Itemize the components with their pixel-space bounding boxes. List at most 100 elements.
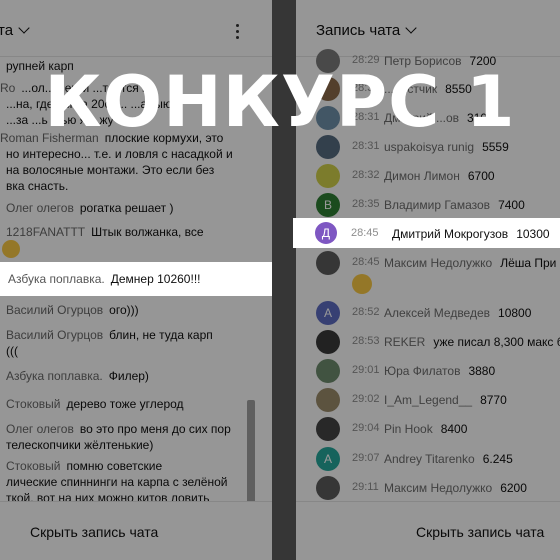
message-text: лические спиннинги на карпа с зелёной <box>6 475 228 489</box>
right-chat-footer: Скрыть запись чата <box>296 501 560 560</box>
message-text: 8400 <box>440 422 468 436</box>
message-author: Азбука поплавка. <box>6 369 103 383</box>
message-author: I_Am_Legend__ 8770 <box>384 393 507 407</box>
message-time: 28:53 <box>352 335 380 347</box>
message-author: Юра Филатов 3880 <box>384 364 496 378</box>
message-author: Димон Лимон 6700 <box>384 169 495 183</box>
message-text: уже писал 8,300 макс бу <box>433 335 560 349</box>
chat-message-emoji <box>2 240 242 258</box>
message-text: Лёша При <box>500 256 557 270</box>
message-text: на волосяные монтажи. Это если без <box>6 163 215 177</box>
chat-message: но интересно... т.е. и ловля с насадкой … <box>0 146 240 162</box>
message-author: REKER уже писал 8,300 макс бу <box>384 335 560 349</box>
avatar: А <box>316 301 340 325</box>
message-text: ((( <box>6 344 18 358</box>
message-text: во это про меня до сих пор <box>79 422 231 436</box>
avatar <box>316 330 340 354</box>
chat-message: лические спиннинги на карпа с зелёной <box>0 474 240 490</box>
message-time: 28:35 <box>352 198 380 210</box>
message-time: 29:07 <box>352 452 380 464</box>
avatar <box>316 388 340 412</box>
replay-row: 29:01 Юра Филатов 3880 <box>316 359 560 383</box>
replay-row: А 28:52 Алексей Медведев 10800 <box>316 301 560 325</box>
avatar: Д <box>315 222 337 244</box>
message-author: Стоковый <box>6 397 61 411</box>
message-text: Штык волжанка, все <box>91 225 204 239</box>
message-text: блин, не туда карп <box>109 328 213 342</box>
message-author: Стоковый <box>6 459 61 473</box>
replay-row: 28:45 Максим Недолужко Лёша При <box>316 251 560 275</box>
message-time: 28:45 <box>351 227 379 239</box>
message-author: Василий Огурцов <box>6 328 104 342</box>
chat-message: Василий Огурцов ого))) <box>6 302 246 318</box>
message-text: 6.245 <box>482 452 513 466</box>
replay-row: A 29:07 Andrey Titarenko 6.245 <box>316 447 560 471</box>
left-chat-title[interactable]: ата <box>0 22 30 39</box>
chat-message: Василий Огурцов блин, не туда карп <box>6 327 246 343</box>
chat-message: Стоковый дерево тоже углерод <box>6 396 246 412</box>
hide-chat-button[interactable]: Скрыть запись чата <box>30 524 158 540</box>
chat-message: Олег олегов во это про меня до сих пор <box>6 421 246 437</box>
message-time: 29:11 <box>352 481 379 493</box>
replay-row: 28:53 REKER уже писал 8,300 макс бу <box>316 330 560 354</box>
left-chat-title-text: ата <box>0 22 14 39</box>
message-text: но интересно... т.е. и ловля с насадкой … <box>6 147 233 161</box>
message-text: рогатка решает ) <box>79 201 174 215</box>
message-text: 10300 <box>516 227 550 241</box>
chevron-down-icon <box>18 22 30 34</box>
avatar: В <box>316 193 340 217</box>
smile-emoji-icon <box>2 240 20 258</box>
avatar <box>316 164 340 188</box>
contest-banner-title: КОНКУРС 1 <box>44 61 516 143</box>
message-text: 3880 <box>468 364 496 378</box>
right-chat-title-text: Запись чата <box>316 22 401 39</box>
left-chat-header: ата <box>0 0 272 57</box>
chat-message: Олег олегов рогатка решает ) <box>6 200 246 216</box>
message-text: 6700 <box>467 169 495 183</box>
screenshot-scene: ата рупней карп Ro...ол.. ...ерги ...тае… <box>0 0 560 560</box>
message-time: 29:01 <box>352 364 380 376</box>
message-author: Алексей Медведев 10800 <box>384 306 532 320</box>
chat-message: 1218FANATTT Штык волжанка, все <box>6 224 246 240</box>
hide-chat-button[interactable]: Скрыть запись чата <box>416 524 544 540</box>
replay-row: 28:32 Димон Лимон 6700 <box>316 164 560 188</box>
replay-row: 29:11 Максим Недолужко 6200 <box>316 476 560 500</box>
avatar <box>316 359 340 383</box>
message-author: Максим Недолужко Лёша При <box>384 256 557 270</box>
message-time: 29:04 <box>352 422 380 434</box>
message-time: 29:02 <box>352 393 380 405</box>
message-text: 7400 <box>498 198 525 212</box>
avatar: A <box>316 447 340 471</box>
message-text: ого))) <box>109 303 139 317</box>
message-author: Andrey Titarenko 6.245 <box>384 452 513 466</box>
message-author: Владимир Гамазов 7400 <box>384 198 525 212</box>
scrollbar-thumb[interactable] <box>247 400 255 505</box>
replay-row: 29:04 Pin Hook 8400 <box>316 417 560 441</box>
message-text: 6200 <box>500 481 527 495</box>
message-time: 28:45 <box>352 256 380 268</box>
avatar <box>316 476 340 500</box>
message-author: 1218FANATTT <box>6 225 86 239</box>
message-text: 8770 <box>480 393 507 407</box>
message-text: Азбука поплавка. Демнер 10260!!! <box>8 272 201 286</box>
message-author: Азбука поплавка. <box>8 272 105 286</box>
smile-emoji-icon <box>352 274 372 294</box>
more-options-icon[interactable] <box>236 24 239 42</box>
chat-message: Стоковый помню советские <box>6 458 246 474</box>
replay-row: В 28:35 Владимир Гамазов 7400 <box>316 193 560 217</box>
message-time: 28:32 <box>352 169 380 181</box>
message-text: дерево тоже углерод <box>66 397 184 411</box>
highlighted-message-right: Д 28:45 Дмитрий Мокрогузов 10300 <box>293 218 560 248</box>
message-author: Олег олегов <box>6 201 74 215</box>
chevron-down-icon <box>405 22 417 34</box>
chat-message: телескопчики жёлтенькие) <box>0 437 240 453</box>
message-author: Максим Недолужко 6200 <box>384 481 527 495</box>
message-author: Pin Hook 8400 <box>384 422 468 436</box>
chat-message: вка снасть. <box>0 178 240 194</box>
message-text: вка снасть. <box>6 179 69 193</box>
right-chat-title[interactable]: Запись чата <box>316 22 417 39</box>
message-time: 28:52 <box>352 306 380 318</box>
message-text: Филер) <box>108 369 149 383</box>
message-text: телескопчики жёлтенькие) <box>6 438 154 452</box>
message-author: Дмитрий Мокрогузов 10300 <box>392 227 550 241</box>
